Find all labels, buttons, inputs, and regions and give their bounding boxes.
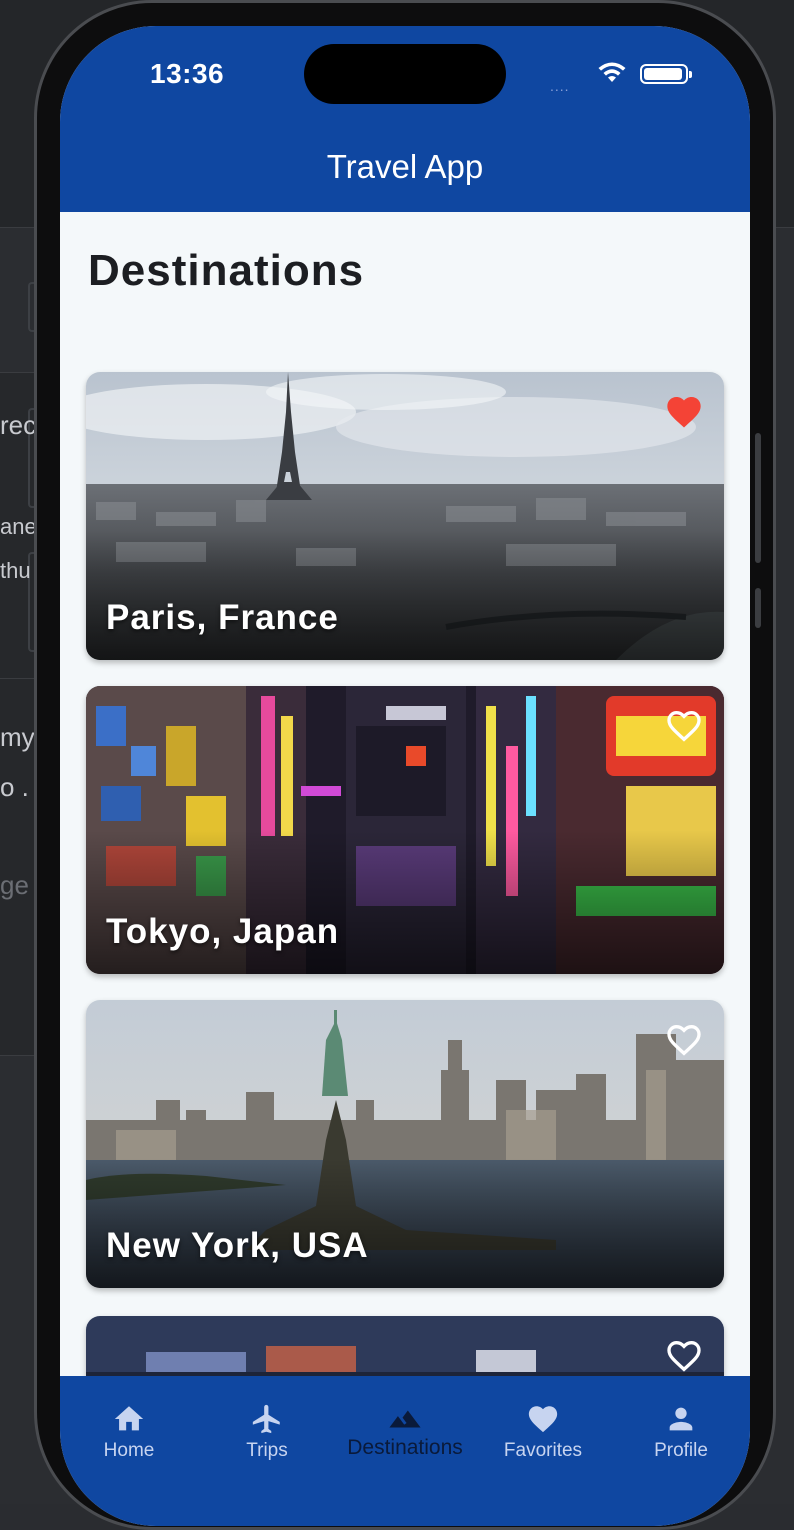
favorite-heart-outline-icon[interactable] bbox=[664, 706, 704, 746]
home-icon bbox=[114, 1406, 144, 1431]
destination-card-paris[interactable]: Paris, France bbox=[86, 372, 724, 660]
heart-icon bbox=[528, 1406, 558, 1433]
side-button bbox=[755, 588, 761, 628]
destination-card[interactable] bbox=[86, 1316, 724, 1376]
favorite-heart-outline-icon[interactable] bbox=[664, 1020, 704, 1060]
signal-indicator: .... bbox=[550, 78, 570, 94]
nav-label: Destinations bbox=[347, 1436, 463, 1459]
destination-card-new-york[interactable]: New York, USA bbox=[86, 1000, 724, 1288]
battery-icon bbox=[640, 64, 692, 84]
nav-label: Profile bbox=[654, 1440, 708, 1461]
destination-name: New York, USA bbox=[106, 1226, 369, 1265]
desktop-text: o . bbox=[0, 772, 29, 802]
nav-item-home[interactable]: Home bbox=[60, 1396, 198, 1476]
nav-item-favorites[interactable]: Favorites bbox=[474, 1396, 612, 1476]
desktop-text: my bbox=[0, 722, 34, 752]
status-time: 13:36 bbox=[150, 58, 225, 89]
nav-item-trips[interactable]: Trips bbox=[198, 1396, 336, 1476]
desktop-text: ge bbox=[0, 870, 29, 900]
dynamic-island bbox=[304, 44, 506, 104]
city-night-photo bbox=[86, 1316, 724, 1376]
destinations-page[interactable]: Destinations Paris, France Tokyo, Japan … bbox=[60, 212, 750, 1376]
airplane-icon bbox=[252, 1404, 280, 1434]
status-bar: 13:36 .... bbox=[60, 26, 750, 126]
volume-button bbox=[755, 433, 761, 563]
destination-card-tokyo[interactable]: Tokyo, Japan bbox=[86, 686, 724, 974]
page-title: Destinations bbox=[88, 246, 365, 295]
desktop-text: thu bbox=[0, 558, 31, 583]
phone-screen: Travel App 13:36 .... Destinations Paris… bbox=[60, 26, 750, 1526]
desktop-text: ane bbox=[0, 514, 34, 539]
destination-name: Tokyo, Japan bbox=[106, 912, 340, 951]
desktop-text: rec bbox=[0, 410, 34, 440]
nav-item-profile[interactable]: Profile bbox=[612, 1396, 750, 1476]
app-title: Travel App bbox=[326, 148, 484, 185]
favorite-heart-outline-icon[interactable] bbox=[664, 1336, 704, 1376]
person-icon bbox=[669, 1407, 693, 1431]
nav-label: Home bbox=[103, 1440, 155, 1461]
favorite-heart-icon[interactable] bbox=[664, 392, 704, 432]
nav-label: Trips bbox=[246, 1440, 288, 1461]
nav-label: Favorites bbox=[503, 1440, 583, 1461]
nav-item-destinations[interactable]: Destinations bbox=[336, 1396, 474, 1476]
wifi-icon bbox=[598, 62, 626, 82]
destination-name: Paris, France bbox=[106, 598, 339, 637]
terrain-icon bbox=[389, 1410, 421, 1428]
